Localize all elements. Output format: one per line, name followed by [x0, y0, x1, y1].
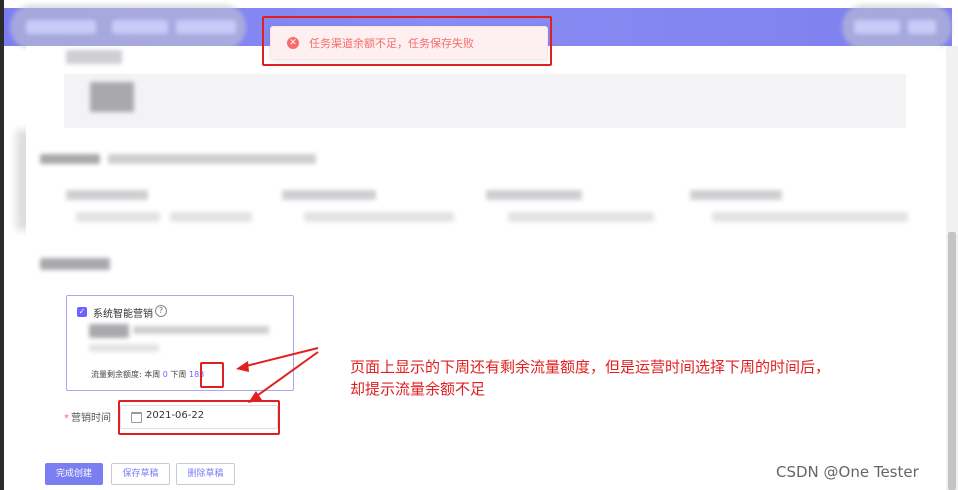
blurred-text — [282, 190, 376, 200]
next-week-label: 下周 — [170, 370, 187, 379]
nav-user-blurred[interactable] — [854, 20, 900, 34]
smart-marketing-checkbox[interactable]: ✓ — [77, 307, 87, 317]
question-circle-icon[interactable]: ? — [155, 305, 167, 317]
blurred-text — [66, 190, 148, 200]
required-mark: * — [64, 413, 69, 424]
blurred-text — [170, 212, 252, 222]
smart-marketing-title: 系统智能营销 — [93, 309, 153, 320]
blurred-thumbnail — [90, 82, 134, 112]
blurred-heading — [66, 50, 122, 64]
blurred-text — [304, 212, 454, 222]
quota-label: 流量剩余额度: — [91, 370, 142, 379]
blurred-content — [89, 324, 129, 338]
nav-item-blurred[interactable] — [112, 20, 168, 34]
marketing-time-label-text: 营销时间 — [71, 413, 111, 424]
nav-user-blurred[interactable] — [908, 20, 936, 34]
annotation-box-date — [118, 400, 280, 435]
annotation-box-toast — [262, 16, 552, 66]
watermark: CSDN @One Tester — [776, 463, 919, 481]
blurred-text — [690, 190, 782, 200]
blurred-text — [712, 212, 908, 222]
this-week-label: 本周 — [144, 370, 161, 379]
delete-draft-button[interactable]: 删除草稿 — [176, 463, 235, 485]
nav-item-blurred[interactable] — [26, 20, 96, 34]
blurred-content — [89, 344, 159, 352]
annotation-line-1: 页面上显示的下周还有剩余流量额度，但是运营时间选择下周的时间后， — [350, 358, 831, 376]
smart-marketing-card: ✓ 系统智能营销 ? 流量剩余额度: 本周 0 下周 183 — [66, 295, 294, 391]
blurred-text — [108, 154, 316, 164]
finish-create-button[interactable]: 完成创建 — [45, 463, 103, 485]
marketing-time-label: * 营销时间 — [64, 409, 111, 424]
blurred-section-title — [40, 258, 110, 270]
annotation-box-next-week — [200, 362, 224, 388]
scrollbar-thumb[interactable] — [948, 232, 956, 490]
save-draft-button[interactable]: 保存草稿 — [111, 463, 170, 485]
this-week-value: 0 — [162, 370, 168, 379]
nav-item-blurred[interactable] — [176, 20, 236, 34]
blurred-text — [508, 212, 654, 222]
blurred-content — [133, 326, 269, 334]
blurred-section-title — [40, 154, 100, 164]
annotation-line-2: 却提示流量余额不足 — [350, 380, 486, 398]
blurred-info-box — [64, 74, 906, 128]
blurred-text — [486, 190, 582, 200]
annotation-text: 页面上显示的下周还有剩余流量额度，但是运营时间选择下周的时间后， 却提示流量余额… — [350, 356, 900, 400]
window-left-edge — [0, 0, 4, 490]
traffic-quota: 流量剩余额度: 本周 0 下周 183 — [91, 369, 204, 380]
blurred-text — [76, 212, 160, 222]
